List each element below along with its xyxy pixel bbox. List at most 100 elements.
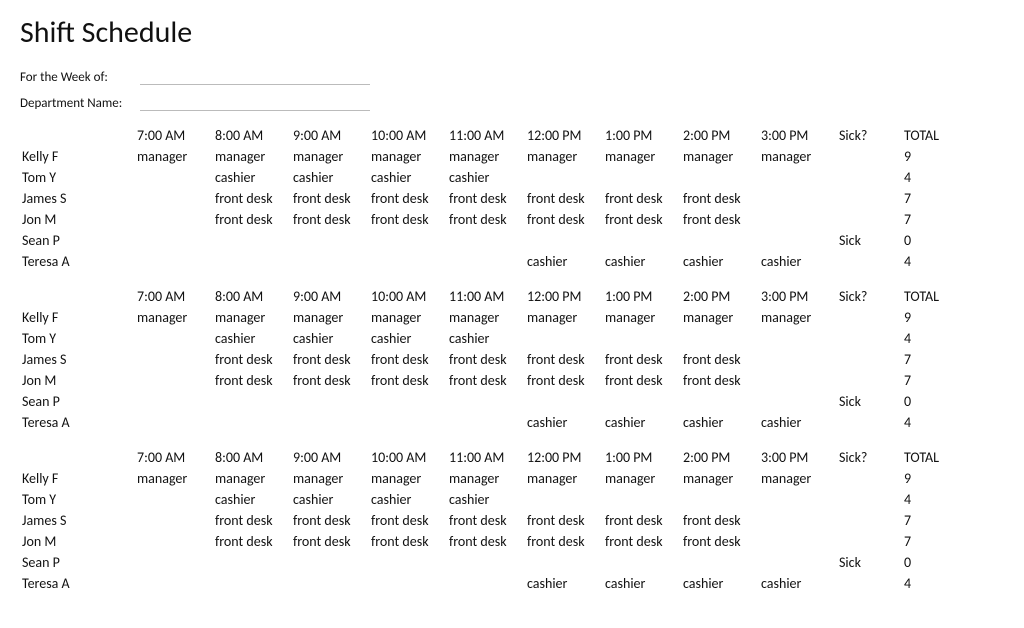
week-of-label: For the Week of: — [20, 70, 140, 85]
shift-cell — [213, 400, 291, 404]
shift-cell: cashier — [525, 412, 603, 433]
shift-cell: front desk — [213, 510, 291, 531]
shift-cell — [759, 337, 837, 341]
shift-cell — [759, 358, 837, 362]
sick-cell — [837, 260, 902, 264]
employee-name: Teresa A — [20, 573, 135, 594]
header-time: 12:00 PM — [525, 125, 603, 146]
schedule-block: 7:00 AM8:00 AM9:00 AM10:00 AM11:00 AM12:… — [20, 125, 1004, 272]
header-time: 10:00 AM — [369, 125, 447, 146]
total-cell: 4 — [902, 489, 967, 510]
shift-cell: front desk — [447, 209, 525, 230]
shift-cell — [291, 400, 369, 404]
shift-cell: front desk — [369, 209, 447, 230]
shift-cell — [759, 379, 837, 383]
shift-cell: front desk — [681, 188, 759, 209]
shift-cell — [291, 239, 369, 243]
shift-cell — [447, 582, 525, 586]
sick-cell — [837, 176, 902, 180]
shift-cell: front desk — [525, 370, 603, 391]
shift-cell — [369, 561, 447, 565]
shift-cell: cashier — [681, 412, 759, 433]
employee-name: Jon M — [20, 531, 135, 552]
shift-cell — [525, 176, 603, 180]
shift-cell — [135, 197, 213, 201]
shift-cell — [135, 561, 213, 565]
shift-cell: cashier — [759, 251, 837, 272]
total-cell: 0 — [902, 391, 967, 412]
employee-name: Sean P — [20, 552, 135, 573]
shift-cell: manager — [369, 146, 447, 167]
shift-cell: manager — [447, 307, 525, 328]
header-time: 11:00 AM — [447, 125, 525, 146]
shift-cell: front desk — [603, 188, 681, 209]
shift-cell: front desk — [525, 531, 603, 552]
sick-cell: Sick — [837, 552, 902, 573]
header-time: 3:00 PM — [759, 286, 837, 307]
total-cell: 9 — [902, 307, 967, 328]
employee-name: Tom Y — [20, 328, 135, 349]
employee-name: Teresa A — [20, 251, 135, 272]
shift-cell: cashier — [369, 167, 447, 188]
shift-cell: front desk — [213, 188, 291, 209]
shift-cell: manager — [681, 146, 759, 167]
sick-cell — [837, 519, 902, 523]
shift-cell: front desk — [213, 531, 291, 552]
shift-cell — [291, 561, 369, 565]
shift-cell: manager — [291, 307, 369, 328]
shift-cell — [525, 337, 603, 341]
header-time: 12:00 PM — [525, 447, 603, 468]
shift-cell — [759, 498, 837, 502]
shift-cell: manager — [603, 307, 681, 328]
schedule-grid: 7:00 AM8:00 AM9:00 AM10:00 AM11:00 AM12:… — [20, 125, 1004, 272]
shift-cell: cashier — [603, 251, 681, 272]
employee-name: Jon M — [20, 370, 135, 391]
total-cell: 7 — [902, 188, 967, 209]
shift-cell — [525, 239, 603, 243]
shift-cell — [135, 498, 213, 502]
shift-cell: manager — [681, 468, 759, 489]
header-time: 8:00 AM — [213, 125, 291, 146]
shift-cell: front desk — [291, 531, 369, 552]
employee-name: Tom Y — [20, 489, 135, 510]
shift-cell: front desk — [447, 531, 525, 552]
shift-cell: cashier — [213, 489, 291, 510]
shift-cell — [759, 561, 837, 565]
header-blank — [20, 134, 135, 138]
total-cell: 7 — [902, 370, 967, 391]
shift-cell: cashier — [369, 328, 447, 349]
shift-cell: cashier — [213, 328, 291, 349]
total-cell: 9 — [902, 146, 967, 167]
department-row: Department Name: — [20, 95, 1004, 111]
shift-cell — [759, 400, 837, 404]
sick-cell — [837, 582, 902, 586]
shift-cell: front desk — [603, 531, 681, 552]
shift-cell: front desk — [291, 510, 369, 531]
shift-cell: front desk — [447, 188, 525, 209]
employee-name: James S — [20, 510, 135, 531]
employee-name: Jon M — [20, 209, 135, 230]
total-cell: 4 — [902, 167, 967, 188]
header-total: TOTAL — [902, 286, 967, 307]
shift-cell: manager — [369, 468, 447, 489]
shift-cell: front desk — [369, 510, 447, 531]
total-cell: 7 — [902, 209, 967, 230]
shift-cell — [369, 421, 447, 425]
shift-cell: front desk — [369, 531, 447, 552]
shift-cell: front desk — [681, 209, 759, 230]
week-of-input[interactable] — [140, 69, 370, 85]
employee-name: Tom Y — [20, 167, 135, 188]
shift-cell — [603, 561, 681, 565]
header-time: 8:00 AM — [213, 286, 291, 307]
shift-cell: manager — [525, 468, 603, 489]
shift-cell: manager — [681, 307, 759, 328]
sick-cell — [837, 358, 902, 362]
sick-cell: Sick — [837, 230, 902, 251]
header-time: 9:00 AM — [291, 286, 369, 307]
shift-cell: front desk — [213, 370, 291, 391]
shift-cell: manager — [525, 146, 603, 167]
department-input[interactable] — [140, 95, 370, 111]
total-cell: 9 — [902, 468, 967, 489]
shift-cell — [291, 260, 369, 264]
shift-cell — [213, 582, 291, 586]
